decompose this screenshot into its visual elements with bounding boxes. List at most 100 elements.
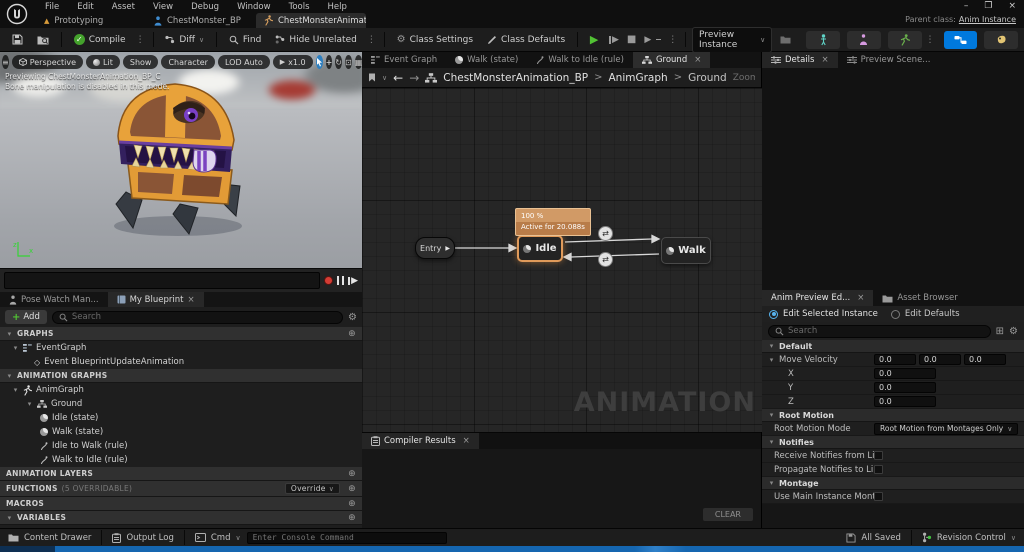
tree-item-event-blueprintupdateanimation[interactable]: ◇Event BlueprintUpdateAnimation — [0, 355, 362, 369]
hide-unrelated-button[interactable]: Hide Unrelated — [269, 32, 363, 48]
graphs-section-header[interactable]: ▾GRAPHS⊕ — [0, 327, 362, 341]
animation-mode-button[interactable] — [888, 31, 922, 49]
grid-snap-icon[interactable]: ▦ — [355, 55, 362, 69]
close-tab-icon[interactable]: × — [857, 293, 864, 303]
tab-ground[interactable]: Ground× — [633, 52, 710, 68]
all-saved-indicator[interactable]: All Saved — [846, 533, 901, 543]
caret-down-icon[interactable]: ▾ — [768, 356, 775, 364]
menu-debug[interactable]: Debug — [182, 2, 228, 12]
state-machine-canvas[interactable]: Entry▶ 100 % Active for 20.088s Idle Wal… — [362, 88, 762, 432]
animation-graphs-section-header[interactable]: ▾ANIMATION GRAPHS — [0, 369, 362, 383]
console-command-input[interactable] — [247, 532, 447, 544]
transition-rule-walk-to-idle[interactable]: ⇄ — [598, 252, 613, 267]
browse-debug-button[interactable] — [774, 32, 797, 47]
stop-button[interactable]: ■ — [624, 31, 639, 48]
class-defaults-button[interactable]: Class Defaults — [481, 32, 571, 48]
add-macro-icon[interactable]: ⊕ — [348, 499, 356, 509]
root-motion-mode-dropdown[interactable]: Root Motion from Montages Only∨ — [874, 423, 1018, 435]
default-section-header[interactable]: ▾Default — [762, 340, 1024, 353]
revision-control-button[interactable]: Revision Control∨ — [922, 532, 1016, 543]
mesh-mode-button[interactable] — [847, 31, 881, 49]
menu-view[interactable]: View — [144, 2, 182, 12]
close-icon[interactable]: × — [1008, 1, 1016, 11]
tab-details[interactable]: Details × — [762, 52, 838, 68]
tab-walk-to-idle-rule[interactable]: Walk to Idle (rule) — [527, 52, 633, 68]
tab-walk-state[interactable]: Walk (state) — [446, 52, 527, 68]
viewport-menu-icon[interactable]: ≡ — [2, 55, 9, 69]
play-options-icon[interactable]: ⋮ — [666, 35, 679, 45]
character-button[interactable]: Character — [161, 55, 215, 69]
compile-options-icon[interactable]: ⋮ — [134, 35, 147, 45]
rotate-tool-icon[interactable]: ↻ — [335, 55, 342, 69]
cmd-dropdown[interactable]: Cmd∨ — [195, 533, 241, 543]
back-icon[interactable]: ← — [393, 71, 403, 85]
chest-monster-mesh[interactable] — [88, 76, 268, 246]
edit-selected-instance-radio[interactable] — [769, 310, 778, 319]
add-variable-icon[interactable]: ⊕ — [348, 513, 356, 523]
search-input[interactable] — [72, 312, 336, 322]
tree-item-animgraph[interactable]: ▾AnimGraph — [0, 383, 362, 397]
grid-view-icon[interactable]: ⊞ — [996, 326, 1004, 337]
z-value-field[interactable] — [874, 396, 936, 407]
move-velocity-z-field[interactable] — [964, 354, 1006, 365]
content-drawer-button[interactable]: Content Drawer — [8, 533, 91, 543]
edit-defaults-radio[interactable] — [891, 310, 900, 319]
tab-anim-preview-editor[interactable]: Anim Preview Ed... × — [762, 290, 873, 306]
tree-item-walk-state[interactable]: Walk (state) — [0, 425, 362, 439]
tree-item-idle-state[interactable]: Idle (state) — [0, 411, 362, 425]
notifies-section-header[interactable]: ▾Notifies — [762, 436, 1024, 449]
bookmark-icon[interactable] — [368, 73, 376, 82]
asset-tab-prototyping[interactable]: ▲ Prototyping — [36, 13, 146, 28]
entry-node[interactable]: Entry▶ — [415, 237, 455, 259]
add-function-icon[interactable]: ⊕ — [348, 484, 356, 494]
search-input[interactable] — [788, 326, 984, 336]
diff-button[interactable]: Diff∨ — [159, 32, 210, 48]
add-button[interactable]: +Add — [5, 310, 47, 324]
class-settings-button[interactable]: ⚙Class Settings — [391, 31, 479, 48]
move-tool-icon[interactable]: + — [326, 55, 333, 69]
close-tab-icon[interactable]: × — [463, 436, 470, 446]
playback-speed-button[interactable]: ▶x1.0 — [273, 55, 313, 69]
root-motion-section-header[interactable]: ▾Root Motion — [762, 409, 1024, 422]
transition-rule-idle-to-walk[interactable]: ⇄ — [598, 226, 613, 241]
functions-section-header[interactable]: FUNCTIONS(5 OVERRIDABLE)Override∨⊕ — [0, 481, 362, 497]
tree-item-idle-to-walk-rule[interactable]: Idle to Walk (rule) — [0, 439, 362, 453]
step-forward-icon[interactable]: ▶ — [348, 276, 358, 286]
play-button[interactable]: ▶ — [584, 30, 604, 49]
macros-section-header[interactable]: MACROS⊕ — [0, 497, 362, 511]
menu-file[interactable]: File — [36, 2, 68, 12]
add-graph-icon[interactable]: ⊕ — [348, 329, 356, 339]
forward-icon[interactable]: → — [409, 71, 419, 85]
add-animation-layer-icon[interactable]: ⊕ — [348, 469, 356, 479]
tab-pose-watch-manager[interactable]: Pose Watch Man... — [0, 292, 108, 307]
use-main-instance-montage-checkbox[interactable] — [874, 492, 883, 501]
blueprint-mode-button[interactable] — [944, 31, 978, 49]
skeleton-mode-button[interactable] — [806, 31, 840, 49]
anim-preview-search[interactable] — [768, 325, 991, 338]
preview-instance-dropdown[interactable]: Preview Instance∨ — [692, 27, 772, 53]
close-tab-icon[interactable]: × — [187, 295, 194, 305]
select-tool-icon[interactable] — [316, 55, 323, 69]
tab-event-graph[interactable]: Event Graph — [362, 52, 446, 68]
tree-item-eventgraph[interactable]: ▾EventGraph — [0, 341, 362, 355]
restore-icon[interactable]: ❐ — [984, 1, 992, 11]
breadcrumb-root[interactable]: ChestMonsterAnimation_BP — [443, 72, 588, 84]
tree-item-walk-to-idle-rule[interactable]: Walk to Idle (rule) — [0, 453, 362, 467]
variables-section-header[interactable]: ▾VARIABLES⊕ — [0, 511, 362, 525]
menu-edit[interactable]: Edit — [68, 2, 102, 12]
montage-section-header[interactable]: ▾Montage — [762, 477, 1024, 490]
show-button[interactable]: Show — [123, 55, 159, 69]
gear-icon[interactable]: ⚙ — [1009, 326, 1018, 337]
tree-item-ground[interactable]: ▾Ground — [0, 397, 362, 411]
walk-state-node[interactable]: Walk — [661, 237, 711, 264]
physics-mode-button[interactable] — [984, 31, 1018, 49]
menu-window[interactable]: Window — [228, 2, 280, 12]
perspective-button[interactable]: Perspective — [12, 55, 83, 69]
lit-button[interactable]: Lit — [86, 55, 120, 69]
possess-button[interactable]: ▶ — [641, 32, 664, 48]
output-log-button[interactable]: Output Log — [112, 533, 173, 543]
timeline-track[interactable] — [4, 272, 320, 289]
chevron-down-icon[interactable]: ∨ — [382, 74, 387, 82]
close-tab-icon[interactable]: × — [821, 55, 828, 65]
preview-viewport[interactable]: ≡ Perspective Lit Show Character LOD Aut… — [0, 52, 362, 268]
